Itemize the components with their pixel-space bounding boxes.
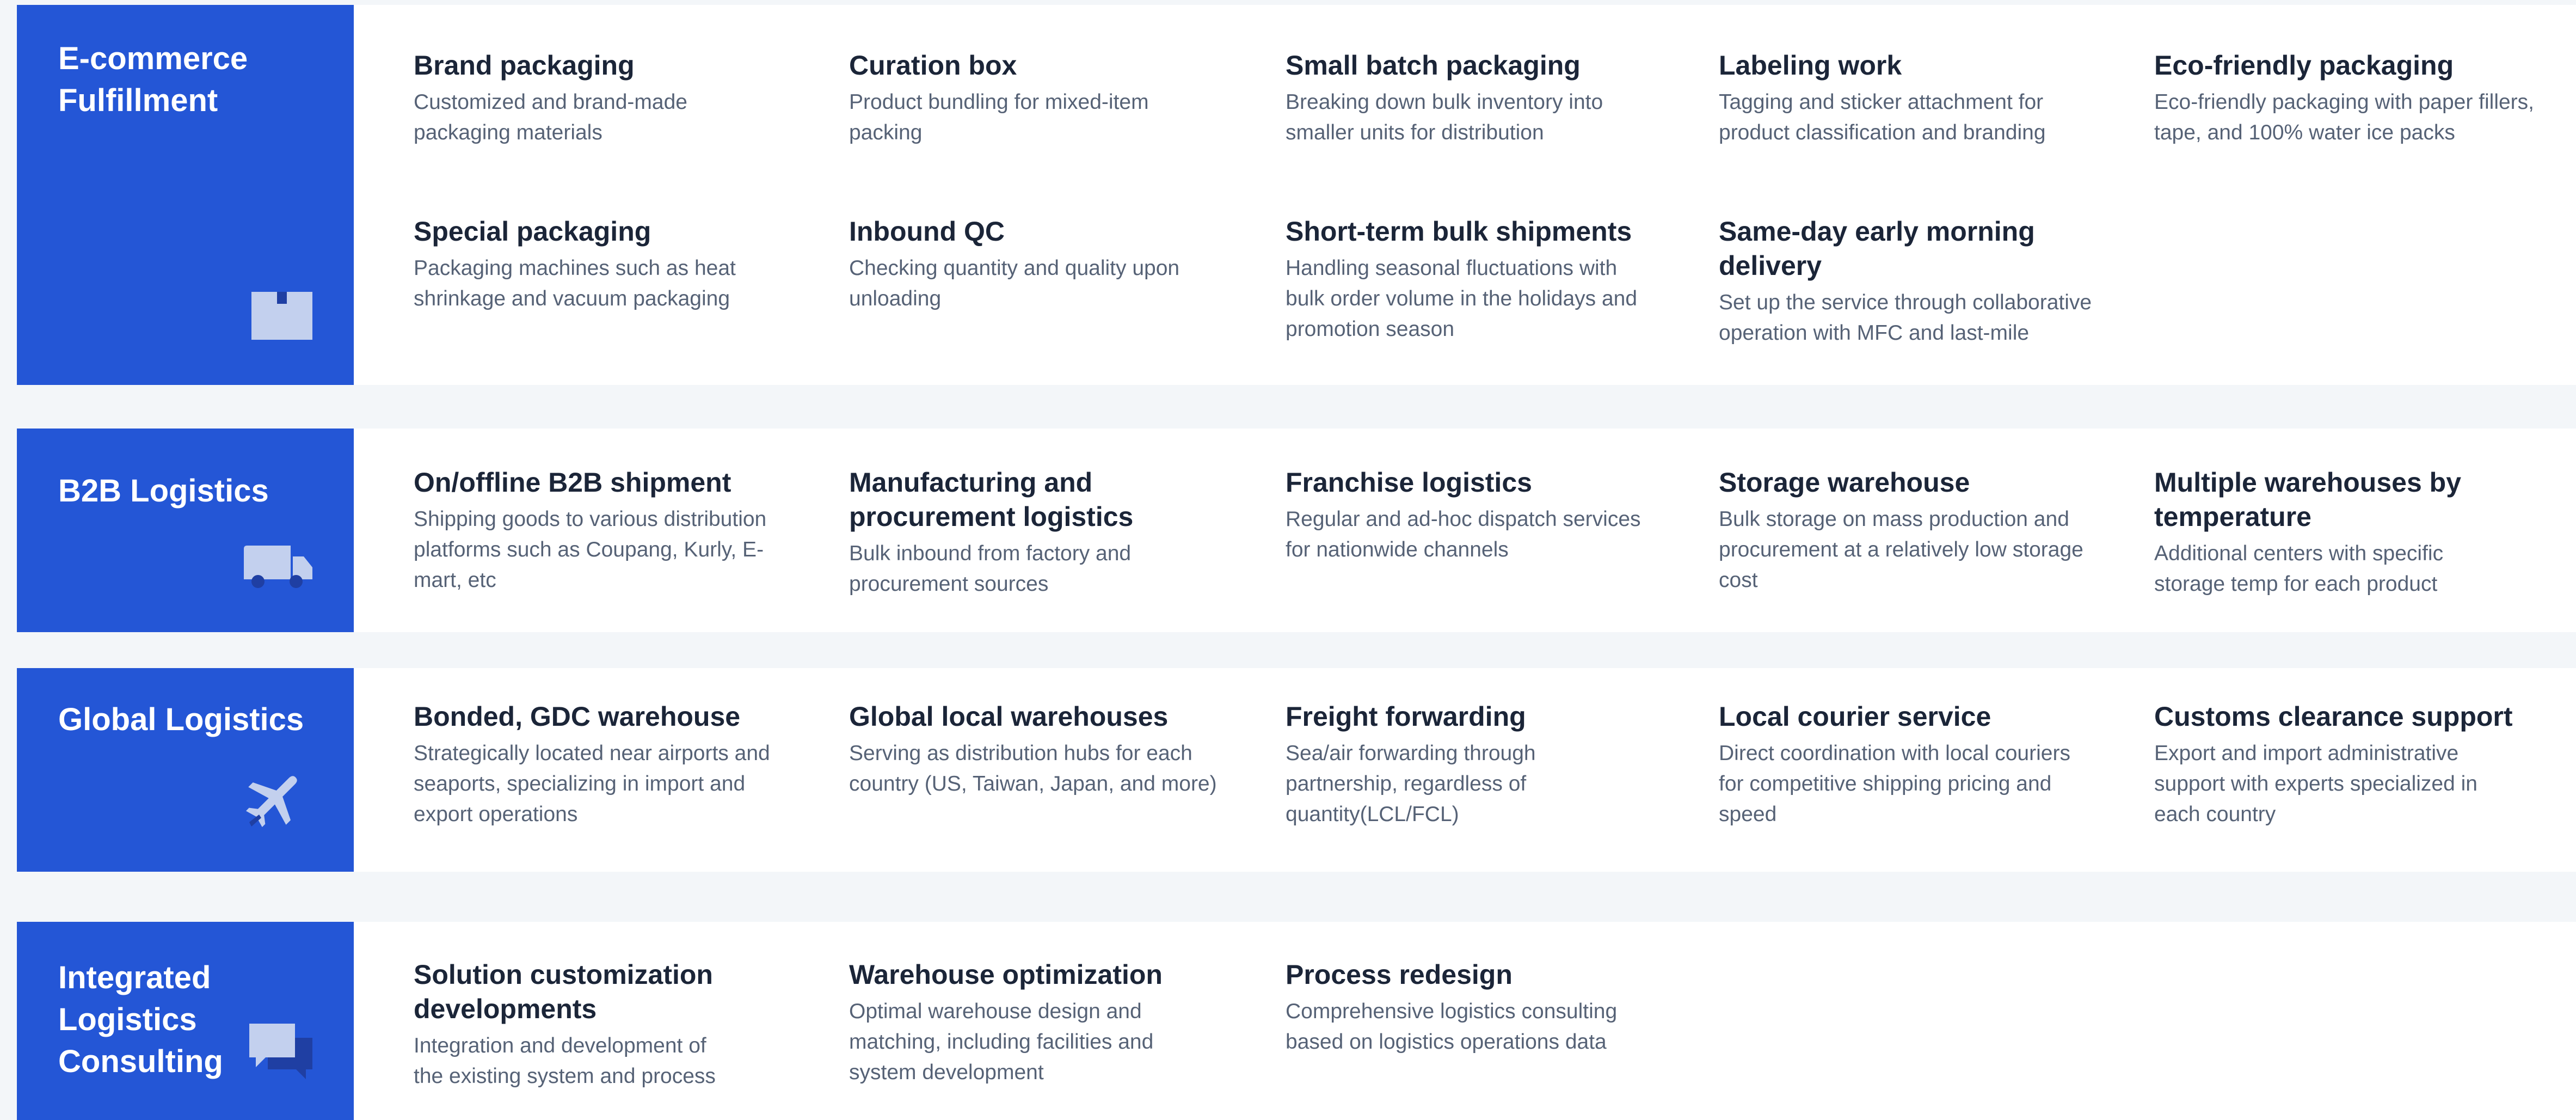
service-item: Bonded, GDC warehouse Strategically loca…: [414, 700, 795, 830]
service-item: Eco-friendly packaging Eco-friendly pack…: [2154, 48, 2546, 148]
service-title: Customs clearance support: [2154, 701, 2513, 732]
service-desc: Bulk storage on mass production and proc…: [1719, 507, 2083, 592]
service-title: Short-term bulk shipments: [1286, 216, 1632, 247]
service-title: Warehouse optimization: [849, 959, 1163, 990]
service-title: Same-day early morning delivery: [1719, 216, 2035, 281]
category-panel: E-commerce Fulfillment: [17, 5, 354, 385]
service-desc: Customized and brand-made packaging mate…: [414, 90, 687, 144]
service-title: Process redesign: [1286, 959, 1513, 990]
service-item: Special packaging Packaging machines suc…: [414, 215, 795, 314]
service-item: Local courier service Direct coordinatio…: [1719, 700, 2100, 830]
service-item: Global local warehouses Serving as distr…: [849, 700, 1230, 799]
service-item: Curation box Product bundling for mixed-…: [849, 48, 1230, 148]
category-panel: Global Logistics: [17, 668, 354, 872]
service-title: Franchise logistics: [1286, 467, 1532, 498]
service-desc: Breaking down bulk inventory into smalle…: [1286, 90, 1603, 144]
service-list: On/offline B2B shipment Shipping goods t…: [354, 429, 2576, 632]
service-title: Labeling work: [1719, 50, 1902, 81]
service-title: Small batch packaging: [1286, 50, 1581, 81]
service-desc: Shipping goods to various distribution p…: [414, 507, 767, 592]
service-title: Freight forwarding: [1286, 701, 1526, 732]
service-title: Curation box: [849, 50, 1017, 81]
service-title: Global local warehouses: [849, 701, 1169, 732]
service-title: Special packaging: [414, 216, 651, 247]
service-item: Labeling work Tagging and sticker attach…: [1719, 48, 2100, 148]
service-desc: Optimal warehouse design and matching, i…: [849, 1000, 1154, 1084]
category-title: E-commerce Fulfillment: [58, 41, 248, 118]
service-title: Brand packaging: [414, 50, 635, 81]
service-item: On/offline B2B shipment Shipping goods t…: [414, 466, 795, 596]
service-item: Brand packaging Customized and brand-mad…: [414, 48, 795, 148]
service-item: Inbound QC Checking quantity and quality…: [849, 215, 1230, 314]
chat-bubbles-icon: [249, 1024, 312, 1082]
service-list: Bonded, GDC warehouse Strategically loca…: [354, 668, 2576, 872]
service-desc: Direct coordination with local couriers …: [1719, 742, 2070, 826]
category-panel: Integrated Logistics Consulting: [17, 922, 354, 1120]
service-title: On/offline B2B shipment: [414, 467, 731, 498]
service-title: Local courier service: [1719, 701, 1991, 732]
service-desc: Sea/air forwarding through partnership, …: [1286, 742, 1536, 826]
service-desc: Eco-friendly packaging with paper filler…: [2154, 90, 2535, 144]
service-list: Solution customization developments Inte…: [354, 922, 2576, 1120]
service-list: Brand packaging Customized and brand-mad…: [354, 5, 2576, 385]
service-desc: Handling seasonal fluctuations with bulk…: [1286, 256, 1638, 341]
box-icon: [251, 292, 312, 342]
service-desc: Comprehensive logistics consulting based…: [1286, 1000, 1618, 1054]
service-item: Customs clearance support Export and imp…: [2154, 700, 2546, 830]
service-item: Storage warehouse Bulk storage on mass p…: [1719, 466, 2100, 596]
category-title: Global Logistics: [58, 702, 304, 737]
service-desc: Export and import administrative support…: [2154, 742, 2477, 826]
service-item: Franchise logistics Regular and ad-hoc d…: [1286, 466, 1667, 565]
service-desc: Serving as distribution hubs for each co…: [849, 742, 1217, 795]
service-desc: Product bundling for mixed-item packing: [849, 90, 1149, 144]
service-desc: Regular and ad-hoc dispatch services for…: [1286, 507, 1641, 561]
service-desc: Tagging and sticker attachment for produ…: [1719, 90, 2046, 144]
service-title: Multiple warehouses by temperature: [2154, 467, 2462, 532]
category-title: B2B Logistics: [58, 473, 269, 509]
service-item: Short-term bulk shipments Handling seaso…: [1286, 215, 1667, 345]
section-b2b-logistics: B2B Logistics On/offline B2B shipment Sh…: [17, 429, 2576, 632]
service-desc: Set up the service through collaborative…: [1719, 291, 2092, 345]
service-title: Bonded, GDC warehouse: [414, 701, 741, 732]
service-item: Multiple warehouses by temperature Addit…: [2154, 466, 2546, 599]
service-title: Manufacturing and procurement logistics: [849, 467, 1134, 532]
service-item: Warehouse optimization Optimal warehouse…: [849, 958, 1230, 1088]
section-integrated-logistics-consulting: Integrated Logistics Consulting Solution…: [17, 922, 2576, 1120]
service-title: Storage warehouse: [1719, 467, 1970, 498]
service-desc: Integration and development of the exist…: [414, 1034, 716, 1088]
service-item: Process redesign Comprehensive logistics…: [1286, 958, 1667, 1057]
service-title: Eco-friendly packaging: [2154, 50, 2454, 81]
service-item: Small batch packaging Breaking down bulk…: [1286, 48, 1667, 148]
service-item: Freight forwarding Sea/air forwarding th…: [1286, 700, 1667, 830]
airplane-icon: [245, 768, 305, 831]
service-item: Solution customization developments Inte…: [414, 958, 795, 1092]
service-item: Manufacturing and procurement logistics …: [849, 466, 1230, 599]
service-desc: Bulk inbound from factory and procuremen…: [849, 542, 1132, 596]
service-desc: Strategically located near airports and …: [414, 742, 770, 826]
service-item: Same-day early morning delivery Set up t…: [1719, 215, 2100, 348]
category-panel: B2B Logistics: [17, 429, 354, 632]
truck-icon: [244, 546, 312, 591]
service-title: Solution customization developments: [414, 959, 713, 1024]
service-desc: Packaging machines such as heat shrinkag…: [414, 256, 736, 310]
service-title: Inbound QC: [849, 216, 1005, 247]
section-ecommerce-fulfillment: E-commerce Fulfillment Brand packaging C…: [17, 5, 2576, 385]
section-global-logistics: Global Logistics Bonded, GDC warehouse S…: [17, 668, 2576, 872]
service-desc: Additional centers with specific storage…: [2154, 542, 2444, 596]
service-desc: Checking quantity and quality upon unloa…: [849, 256, 1180, 310]
